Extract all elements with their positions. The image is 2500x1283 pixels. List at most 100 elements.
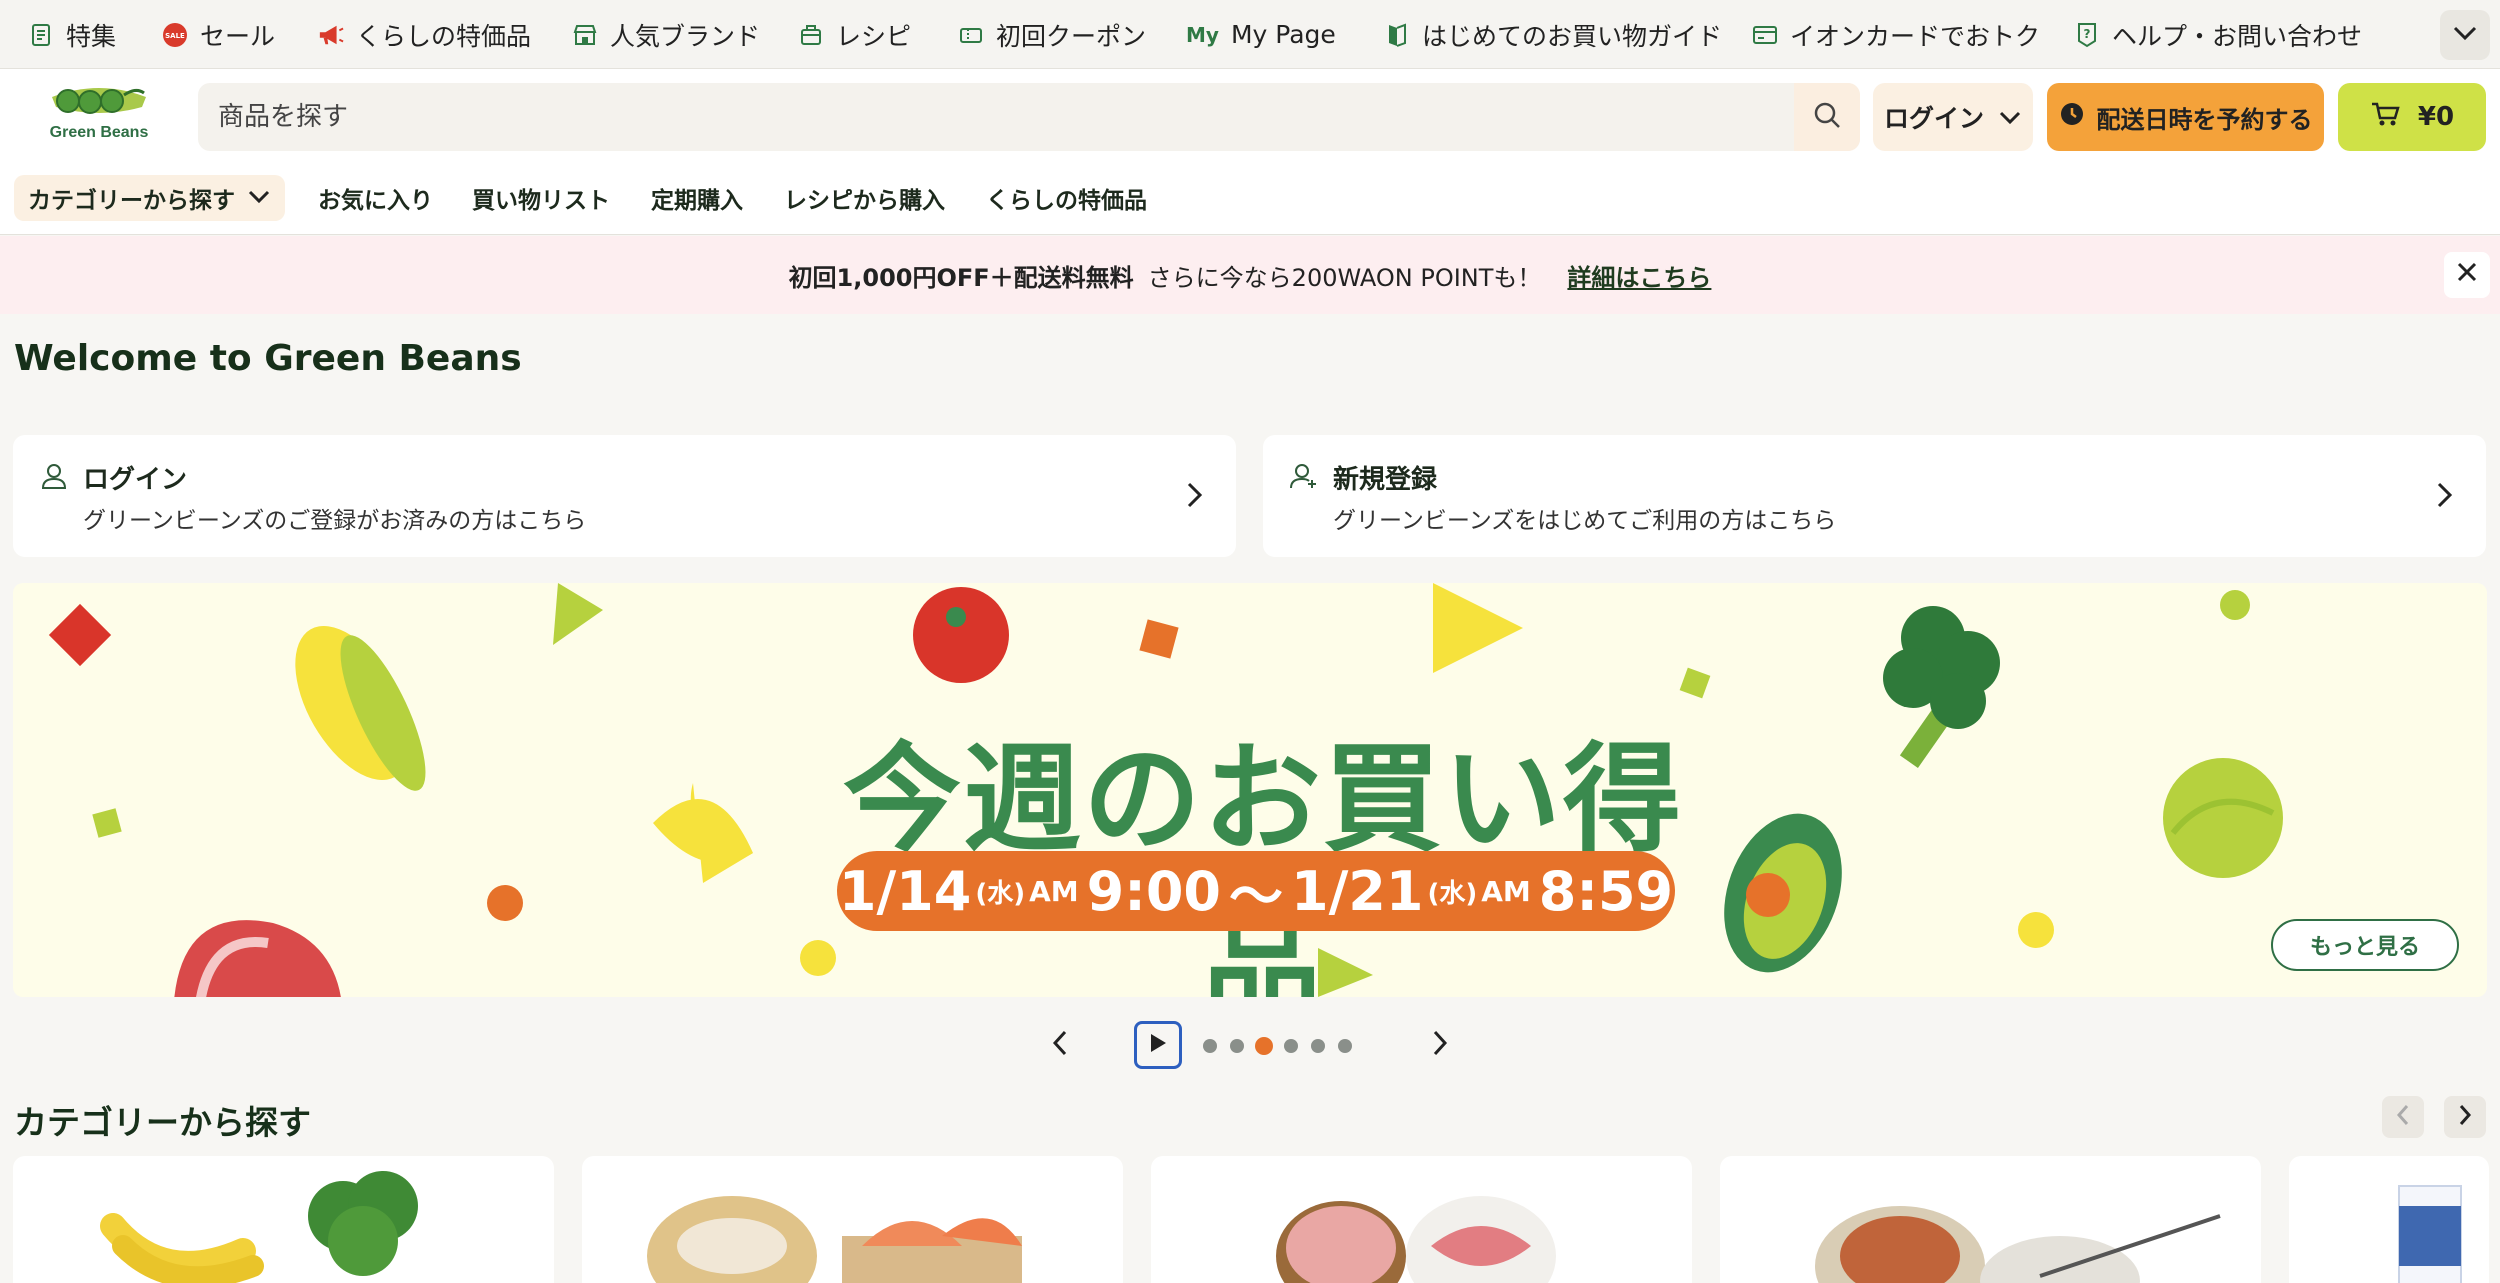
topnav-item-my-page[interactable]: My My Page [1186,0,1336,69]
svg-text:?: ? [2084,27,2091,41]
register-card-title: 新規登録 [1333,465,1438,495]
topnav-item-popular-brands[interactable]: 人気ブランド [572,0,760,69]
cart-button[interactable]: ¥0 [2338,83,2486,151]
coupon-icon [958,22,984,48]
topnav-label: イオンカードでおトク [1790,21,2041,51]
green-beans-logo[interactable]: Green Beans [44,83,154,153]
date-end-time: 8:59 [1538,859,1674,923]
topnav-item-recipe[interactable]: レシピ [798,0,911,69]
catnav-kurashi-deals[interactable]: くらしの特価品 [986,175,1147,221]
topnav-label: 初回クーポン [996,21,1147,51]
login-card[interactable]: ログイン グリーンビーンズのご登録がお済みの方はこちら [13,435,1236,557]
chevron-right-icon [2428,479,2460,511]
carousel-next-button[interactable] [1420,1025,1460,1065]
carousel-dot[interactable] [1338,1039,1352,1053]
search-box [198,83,1860,151]
close-icon [2456,261,2478,289]
chevron-right-icon [1428,1028,1452,1062]
login-card-subtitle: グリーンビーンズのご登録がお済みの方はこちら [83,508,587,534]
fruits-vegetables-image [100,1171,418,1283]
topnav-item-help[interactable]: ? ヘルプ・お問い合わせ [2074,0,2362,69]
category-card[interactable] [2289,1156,2489,1283]
date-end-ampm: AM [1481,874,1531,908]
promo-details-link[interactable]: 詳細はこちら [1567,258,1711,293]
my-page-icon: My [1186,22,1219,47]
date-separator: 〜 [1229,864,1283,928]
carousel-dot[interactable] [1284,1039,1298,1053]
carousel-dot[interactable] [1203,1039,1217,1053]
category-card[interactable] [582,1156,1123,1283]
topnav-label: はじめてのお買い物ガイド [1422,21,1723,51]
catnav-subscription[interactable]: 定期購入 [651,175,743,221]
category-nav: カテゴリーから探す お気に入り 買い物リスト 定期購入 レシピから購入 くらしの… [0,165,2500,235]
reserve-delivery-button[interactable]: 配送日時を予約する [2047,83,2324,151]
chevron-left-icon [1048,1028,1072,1062]
promo-close-button[interactable] [2444,252,2490,298]
categories-prev-button[interactable] [2382,1096,2424,1138]
topnav-item-shopping-guide[interactable]: はじめてのお買い物ガイド [1384,0,1722,69]
category-card[interactable] [1720,1156,2261,1283]
cart-amount: ¥0 [2417,102,2455,132]
carousel-dot[interactable] [1230,1039,1244,1053]
carousel-dot-active[interactable] [1255,1037,1273,1055]
carousel-play-button[interactable] [1134,1021,1182,1069]
category-card[interactable] [1151,1156,1692,1283]
recipe-box-icon [798,22,824,48]
categories-next-button[interactable] [2444,1096,2486,1138]
catnav-label: お気に入り [318,188,433,214]
catnav-browse-categories[interactable]: カテゴリーから探す [14,175,285,221]
document-icon [28,22,54,48]
topnav-item-kurashi-deals[interactable]: くらしの特価品 [318,0,531,69]
catnav-shopping-list[interactable]: 買い物リスト [472,175,610,221]
promo-bold-text: 初回1,000円OFF＋配送料無料 [788,263,1134,292]
topnav-item-features[interactable]: 特集 [28,0,116,69]
catnav-label: 定期購入 [651,188,743,214]
banner-title: 今週のお買い得品 [842,730,1683,997]
site-header: Green Beans ログイン 配送日時を予約する ¥0 [0,69,2500,165]
topnav-label: 特集 [66,21,117,51]
chevron-left-icon [2393,1102,2413,1132]
promo-text: さらに今なら200WAON POINTも！ [1147,263,1542,292]
register-card-subtitle: グリーンビーンズをはじめてご利用の方はこちら [1333,508,1837,534]
logo-text: Green Beans [50,124,149,141]
catnav-label: 買い物リスト [472,188,610,214]
catnav-favorites[interactable]: お気に入り [318,175,433,221]
catnav-label: くらしの特価品 [986,188,1147,214]
seafood-image [647,1196,1022,1283]
header-login-button[interactable]: ログイン [1873,83,2033,151]
date-end-day: (水) [1427,878,1478,909]
login-card-title: ログイン [83,465,188,495]
category-card[interactable] [13,1156,554,1283]
promo-bar: 初回1,000円OFF＋配送料無料 さらに今なら200WAON POINTも！ … [0,236,2500,314]
meat-image [1276,1196,1556,1283]
date-start-day: (水) [975,878,1026,909]
search-input[interactable] [218,83,1778,151]
topnav-label: My Page [1230,20,1336,49]
topnav-item-first-coupon[interactable]: 初回クーポン [958,0,1146,69]
reserve-label: 配送日時を予約する [2096,105,2313,134]
search-button[interactable] [1794,83,1860,151]
banner-date-range: 1/14 (水) AM 9:00 〜 1/21 (水) AM 8:59 [837,851,1675,931]
carousel-dot[interactable] [1311,1039,1325,1053]
catnav-buy-from-recipe[interactable]: レシピから購入 [784,175,945,221]
chevron-down-icon [247,185,271,211]
carousel-prev-button[interactable] [1040,1025,1080,1065]
register-card[interactable]: 新規登録 グリーンビーンズをはじめてご利用の方はこちら [1263,435,2486,557]
add-user-icon [1289,461,1319,491]
prepared-foods-image [1815,1206,2221,1283]
dairy-image [2398,1185,2462,1283]
top-utility-nav: 特集 SALE セール くらしの特価品 人気ブランド レシピ 初回クーポン My… [0,0,2500,69]
chevron-down-icon [2452,25,2478,45]
date-end: 1/21 [1291,859,1424,923]
topnav-expand-button[interactable] [2440,10,2490,60]
banner-more-button[interactable]: もっと見る [2271,919,2459,971]
topnav-item-aeon-card[interactable]: イオンカードでおトク [1752,0,2040,69]
card-icon [1752,22,1778,48]
play-icon [1148,1032,1168,1058]
svg-text:SALE: SALE [165,32,185,40]
store-icon [572,22,598,48]
weekly-deals-banner[interactable]: 今週のお買い得品 1/14 (水) AM 9:00 〜 1/21 (水) AM … [13,583,2487,997]
topnav-label: 人気ブランド [610,21,761,51]
topnav-item-sale[interactable]: SALE セール [162,0,275,69]
catnav-label: カテゴリーから探す [28,188,235,214]
